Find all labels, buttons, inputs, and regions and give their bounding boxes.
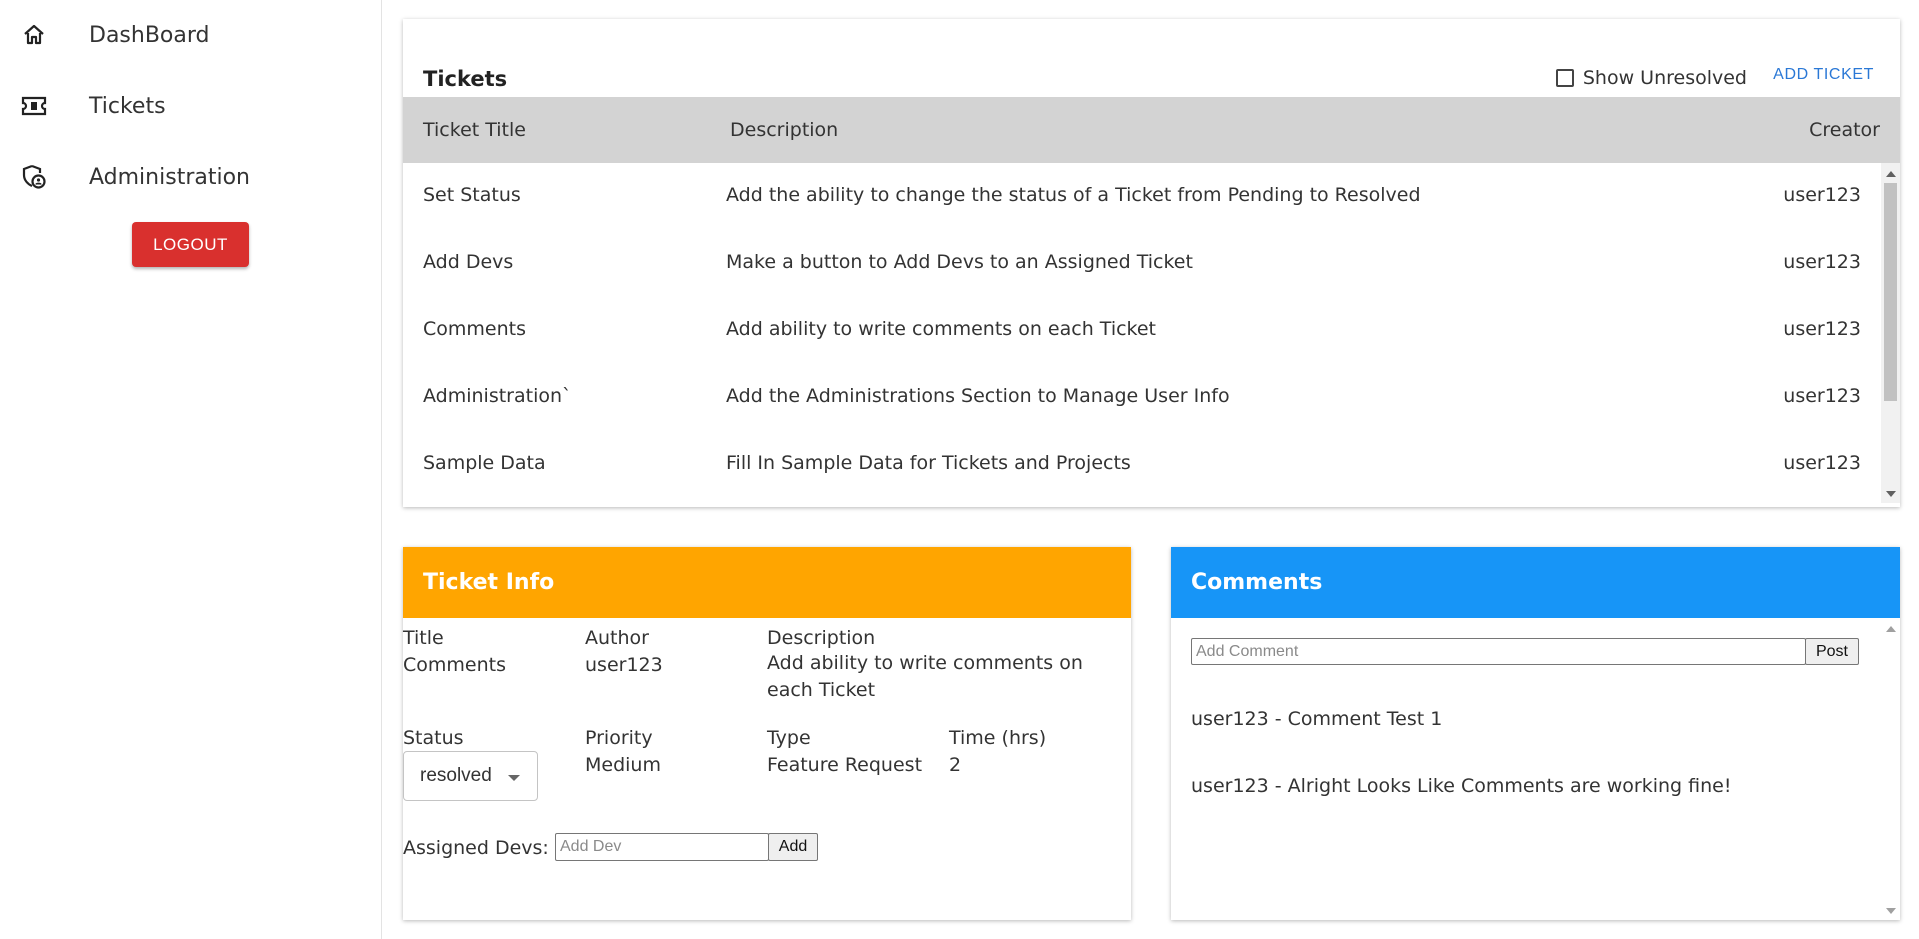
ticket-description-cell: Add ability to write comments on each Ti… bbox=[726, 318, 1157, 340]
ticket-description-cell: Add the ability to change the status of … bbox=[726, 184, 1421, 206]
post-comment-button[interactable]: Post bbox=[1805, 638, 1859, 665]
ticket-info-header: Ticket Info bbox=[403, 547, 1131, 618]
ticket-title-cell: Set Status bbox=[423, 184, 521, 206]
tickets-table-body: Set Status Add the ability to change the… bbox=[403, 163, 1881, 503]
ticket-creator-cell: user123 bbox=[1783, 385, 1861, 407]
comments-panel: Comments Post user123 - Comment Test 1 u… bbox=[1171, 547, 1900, 920]
ticket-description-cell: Add the Administrations Section to Manag… bbox=[726, 385, 1230, 407]
ticket-description-cell: Fill In Sample Data for Tickets and Proj… bbox=[726, 452, 1131, 474]
show-unresolved-toggle[interactable]: Show Unresolved bbox=[1555, 67, 1747, 89]
ticket-description-cell: Make a button to Add Devs to an Assigned… bbox=[726, 251, 1193, 273]
column-header-creator: Creator bbox=[1809, 119, 1880, 141]
add-comment-input[interactable] bbox=[1191, 638, 1806, 665]
ticket-title-cell: Sample Data bbox=[423, 452, 546, 474]
column-header-title: Ticket Title bbox=[423, 119, 526, 141]
ticket-title-cell: Add Devs bbox=[423, 251, 514, 273]
scroll-up-icon[interactable] bbox=[1886, 171, 1896, 177]
logout-button[interactable]: LOGOUT bbox=[132, 222, 249, 267]
type-value: Feature Request bbox=[767, 754, 923, 776]
scroll-down-icon[interactable] bbox=[1886, 491, 1896, 497]
sidebar-item-label: Administration bbox=[89, 164, 250, 190]
table-row[interactable]: Set Status Add the ability to change the… bbox=[403, 163, 1881, 230]
ticket-info-title: Ticket Info bbox=[423, 570, 555, 595]
title-value: Comments bbox=[403, 654, 506, 676]
comment-item: user123 - Comment Test 1 bbox=[1191, 708, 1443, 730]
sidebar-item-label: DashBoard bbox=[89, 22, 210, 48]
time-label: Time (hrs) bbox=[949, 727, 1047, 749]
show-unresolved-checkbox[interactable] bbox=[1555, 69, 1574, 87]
tickets-table-header: Ticket Title Description Creator bbox=[403, 97, 1900, 163]
add-ticket-button[interactable]: ADD TICKET bbox=[1773, 66, 1874, 84]
status-label: Status bbox=[403, 727, 464, 749]
ticket-title-cell: Comments bbox=[423, 318, 526, 340]
priority-label: Priority bbox=[585, 727, 653, 749]
sidebar: DashBoard Tickets Administration LOGOUT bbox=[0, 0, 382, 939]
scroll-down-icon[interactable] bbox=[1886, 908, 1896, 914]
scrollbar-thumb[interactable] bbox=[1884, 183, 1897, 401]
sidebar-item-dashboard[interactable]: DashBoard bbox=[20, 15, 209, 55]
table-row[interactable]: Administration` Add the Administrations … bbox=[403, 364, 1881, 431]
priority-value: Medium bbox=[585, 754, 661, 776]
tickets-panel: Tickets Show Unresolved ADD TICKET Ticke… bbox=[403, 19, 1900, 507]
tickets-title: Tickets bbox=[423, 67, 508, 91]
comment-item: user123 - Alright Looks Like Comments ar… bbox=[1191, 775, 1732, 797]
time-value: 2 bbox=[949, 754, 962, 776]
table-row[interactable]: Add Devs Make a button to Add Devs to an… bbox=[403, 230, 1881, 297]
sidebar-item-administration[interactable]: Administration bbox=[20, 157, 250, 197]
ticket-title-cell: Administration` bbox=[423, 385, 572, 407]
description-value: Add ability to write comments on each Ti… bbox=[767, 652, 1083, 701]
column-header-description: Description bbox=[730, 119, 839, 141]
ticket-creator-cell: user123 bbox=[1783, 251, 1861, 273]
comments-scrollbar[interactable] bbox=[1881, 618, 1900, 920]
tickets-scrollbar[interactable] bbox=[1881, 163, 1900, 503]
author-label: Author bbox=[585, 627, 649, 649]
sidebar-item-label: Tickets bbox=[89, 93, 166, 119]
assigned-devs-label: Assigned Devs: bbox=[403, 837, 549, 859]
table-row[interactable]: Sample Data Fill In Sample Data for Tick… bbox=[403, 431, 1881, 498]
home-icon bbox=[20, 21, 48, 49]
admin-shield-icon bbox=[20, 163, 48, 191]
status-select[interactable]: resolved bbox=[403, 751, 538, 801]
ticket-icon bbox=[20, 92, 48, 120]
status-select-value: resolved bbox=[420, 765, 492, 786]
ticket-creator-cell: user123 bbox=[1783, 184, 1861, 206]
comments-title: Comments bbox=[1191, 570, 1323, 595]
ticket-creator-cell: user123 bbox=[1783, 452, 1861, 474]
type-label: Type bbox=[767, 727, 811, 749]
add-dev-input[interactable] bbox=[555, 833, 769, 861]
comments-header: Comments bbox=[1171, 547, 1900, 618]
chevron-down-icon bbox=[508, 775, 520, 781]
ticket-info-panel: Ticket Info Title Comments Author user12… bbox=[403, 547, 1131, 920]
description-label: Description bbox=[767, 627, 876, 649]
show-unresolved-label: Show Unresolved bbox=[1582, 67, 1747, 89]
author-value: user123 bbox=[585, 654, 663, 676]
scroll-up-icon[interactable] bbox=[1886, 626, 1896, 632]
table-row[interactable]: Comments Add ability to write comments o… bbox=[403, 297, 1881, 364]
title-label: Title bbox=[403, 627, 444, 649]
sidebar-item-tickets[interactable]: Tickets bbox=[20, 86, 166, 126]
add-dev-button[interactable]: Add bbox=[768, 833, 818, 861]
ticket-creator-cell: user123 bbox=[1783, 318, 1861, 340]
